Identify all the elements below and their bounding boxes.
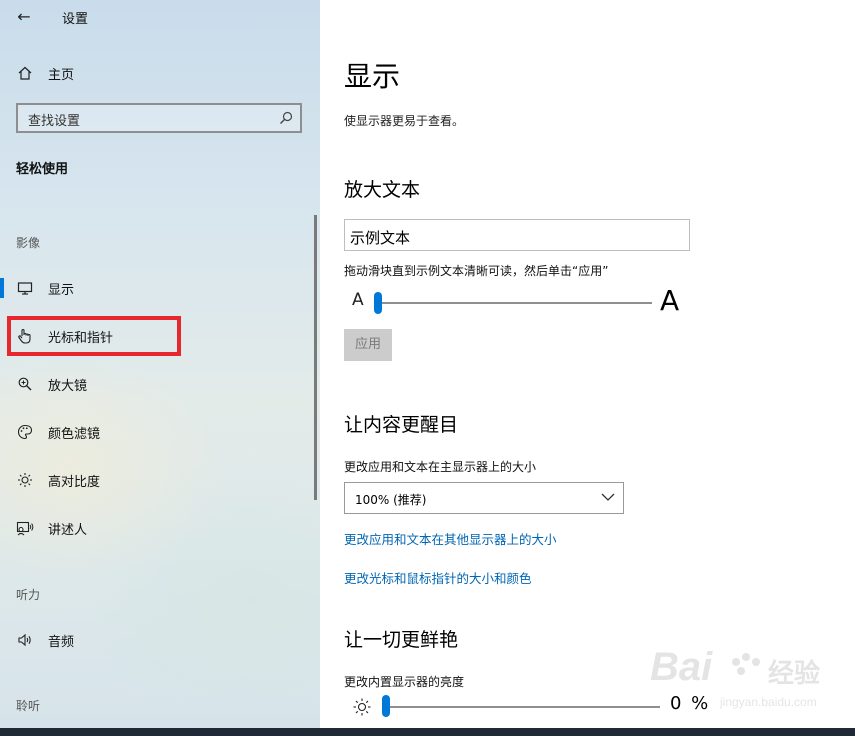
sidebar-item-color-filters[interactable]: 颜色滤镜 — [0, 412, 320, 452]
sidebar-item-label: 放大镜 — [48, 378, 88, 394]
sidebar-item-home[interactable]: 主页 — [0, 53, 320, 93]
magnifier-icon — [16, 375, 34, 393]
section-title: 轻松使用 — [16, 162, 69, 177]
speaker-icon — [16, 631, 34, 649]
text-size-instruction: 拖动滑块直到示例文本清晰可读，然后单击“应用” — [344, 264, 609, 278]
annotation-highlight-box — [7, 316, 181, 356]
sidebar-item-label: 高对比度 — [48, 474, 101, 490]
narrator-icon — [16, 519, 34, 537]
page-title: 显示 — [344, 60, 401, 93]
section-heading-bigger: 让内容更醒目 — [344, 414, 459, 436]
brightness-label: 更改内置显示器的亮度 — [344, 675, 465, 689]
small-a-label: A — [352, 290, 364, 310]
search-input[interactable]: 查找设置 — [16, 103, 302, 133]
sidebar: ← 设置 主页 查找设置 轻松使用 影像 显示 光标和指针 放大镜 颜色滤镜 高… — [0, 0, 320, 728]
svg-text:jingyan.baidu.com: jingyan.baidu.com — [719, 695, 817, 709]
active-indicator — [0, 278, 4, 298]
svg-text:经验: 经验 — [768, 658, 820, 689]
sidebar-item-label: 音频 — [48, 634, 75, 650]
brightness-slider-track[interactable] — [384, 706, 660, 708]
home-icon — [16, 64, 34, 82]
sample-text-box: 示例文本 — [344, 219, 690, 251]
big-a-label: A — [660, 284, 680, 317]
monitor-icon — [16, 279, 34, 297]
baidu-watermark: Bai du 经验 jingyan.baidu.com — [650, 645, 820, 709]
scale-label: 更改应用和文本在主显示器上的大小 — [344, 460, 537, 474]
svg-text:du: du — [730, 671, 747, 687]
sun-contrast-icon — [16, 471, 34, 489]
search-placeholder: 查找设置 — [28, 114, 81, 129]
link-other-displays[interactable]: 更改应用和文本在其他显示器上的大小 — [344, 529, 557, 548]
group-header-hearing: 听力 — [16, 588, 41, 602]
page-description: 使显示器更易于查看。 — [344, 114, 465, 128]
chevron-down-icon — [601, 493, 615, 501]
sidebar-item-high-contrast[interactable]: 高对比度 — [0, 460, 320, 500]
section-heading-brighter: 让一切更鲜艳 — [344, 629, 459, 651]
scale-dropdown-value: 100% (推荐) — [355, 493, 427, 507]
taskbar — [0, 728, 855, 736]
text-size-slider-track[interactable] — [374, 302, 652, 304]
group-header-vision: 影像 — [16, 236, 41, 250]
sidebar-item-label: 讲述人 — [48, 522, 88, 538]
svg-text:Bai: Bai — [650, 645, 713, 689]
main-content: 显示 使显示器更易于查看。 放大文本 示例文本 拖动滑块直到示例文本清晰可读，然… — [320, 0, 855, 728]
back-button[interactable]: ← — [10, 4, 38, 30]
app-title: 设置 — [62, 12, 89, 27]
sidebar-item-audio[interactable]: 音频 — [0, 620, 320, 660]
sidebar-scrollbar[interactable] — [314, 215, 317, 500]
brightness-icon — [353, 698, 371, 716]
sample-text: 示例文本 — [350, 229, 411, 247]
sidebar-item-label: 显示 — [48, 282, 75, 298]
sidebar-item-label: 颜色滤镜 — [48, 426, 101, 442]
text-size-slider-thumb[interactable] — [374, 292, 382, 314]
scale-dropdown[interactable]: 100% (推荐) — [344, 482, 624, 514]
search-icon[interactable] — [278, 110, 294, 126]
group-header-interaction: 聆听 — [16, 699, 41, 713]
title-bar: ← 设置 — [0, 0, 320, 34]
sidebar-item-label: 主页 — [48, 67, 75, 83]
sidebar-item-magnifier[interactable]: 放大镜 — [0, 364, 320, 404]
link-cursor-size[interactable]: 更改光标和鼠标指针的大小和颜色 — [344, 568, 532, 587]
palette-icon — [16, 423, 34, 441]
sidebar-item-narrator[interactable]: 讲述人 — [0, 508, 320, 548]
brightness-slider-thumb[interactable] — [382, 695, 390, 717]
sidebar-item-display[interactable]: 显示 — [0, 268, 320, 308]
apply-button[interactable]: 应用 — [344, 329, 392, 361]
section-heading-text-size: 放大文本 — [344, 179, 421, 201]
